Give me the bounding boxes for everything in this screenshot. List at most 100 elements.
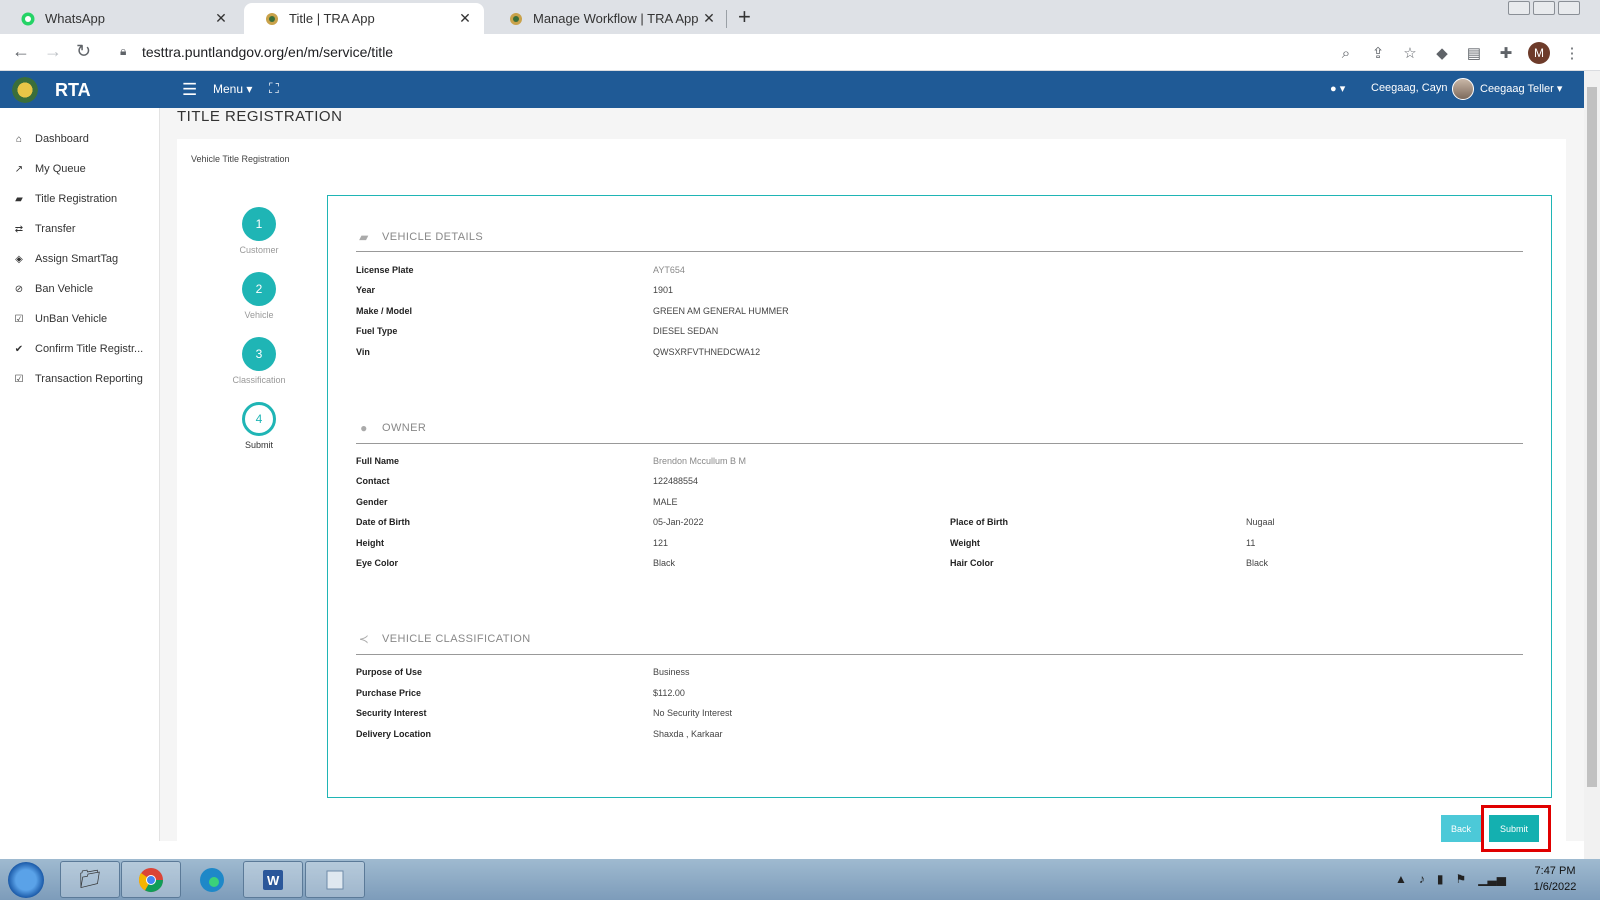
contact-label: Contact bbox=[356, 476, 390, 486]
edge-icon[interactable] bbox=[182, 861, 242, 898]
height-label: Height bbox=[356, 538, 384, 548]
role-dropdown[interactable]: Ceegaag Teller ▾ bbox=[1480, 82, 1562, 95]
delivery-location-label: Delivery Location bbox=[356, 729, 432, 739]
svg-text:W: W bbox=[267, 873, 280, 888]
profile-avatar[interactable]: M bbox=[1528, 42, 1550, 64]
sidebar-item-label: Transfer bbox=[35, 223, 76, 235]
scroll-thumb[interactable] bbox=[1587, 87, 1597, 787]
sidebar-item-label: Ban Vehicle bbox=[35, 283, 94, 295]
close-icon[interactable]: ✕ bbox=[456, 10, 474, 27]
tab-whatsapp[interactable]: WhatsApp ✕ bbox=[0, 3, 240, 34]
sidebar-item-unban-vehicle[interactable]: ☑ UnBan Vehicle bbox=[12, 310, 108, 328]
kebab-menu-icon[interactable]: ⋮ bbox=[1562, 43, 1582, 63]
whatsapp-icon bbox=[20, 11, 36, 27]
action-center-icon[interactable]: ⚑ bbox=[1456, 872, 1467, 886]
menu-label: Menu bbox=[213, 82, 244, 96]
hair-color-label: Hair Color bbox=[950, 558, 994, 568]
address-bar: ← → ↻ 🔒︎ testtra.puntlandgov.org/en/m/se… bbox=[0, 34, 1600, 71]
fullscreen-icon[interactable]: ⛶ bbox=[269, 80, 279, 97]
sidebar-item-ban-vehicle[interactable]: ⊘ Ban Vehicle bbox=[12, 280, 93, 298]
gender-label: Gender bbox=[356, 497, 388, 507]
url-field[interactable]: testtra.puntlandgov.org/en/m/service/tit… bbox=[142, 44, 393, 60]
taskbar-clock[interactable]: 7:47 PM 1/6/2022 bbox=[1520, 863, 1590, 895]
back-button[interactable]: Back bbox=[1441, 815, 1481, 842]
new-tab-icon[interactable]: + bbox=[738, 6, 751, 28]
section-title: OWNER bbox=[382, 422, 427, 434]
gender-value: MALE bbox=[653, 497, 678, 507]
step-3-circle[interactable]: 3 bbox=[242, 337, 276, 371]
puzzle-icon[interactable]: ✚ bbox=[1496, 43, 1516, 63]
section-divider bbox=[356, 443, 1523, 444]
close-icon[interactable]: ✕ bbox=[700, 10, 718, 27]
section-divider bbox=[356, 654, 1523, 655]
delivery-location-value: Shaxda , Karkaar bbox=[653, 729, 723, 739]
make-model-value: GREEN AM GENERAL HUMMER bbox=[653, 306, 789, 316]
browser-tab-bar: WhatsApp ✕ Title | TRA App ✕ Manage Work… bbox=[0, 0, 1600, 34]
purchase-price-label: Purchase Price bbox=[356, 688, 422, 698]
star-icon[interactable]: ☆ bbox=[1400, 43, 1420, 63]
user-name[interactable]: Ceegaag, Cayn bbox=[1371, 82, 1447, 94]
notepad-icon[interactable] bbox=[305, 861, 365, 898]
volume-icon[interactable]: ♪ bbox=[1419, 872, 1425, 886]
tab-manage-workflow[interactable]: Manage Workflow | TRA App ✕ bbox=[488, 3, 728, 34]
menu-dropdown[interactable]: Menu ▾ bbox=[213, 82, 252, 96]
section-title: VEHICLE DETAILS bbox=[382, 231, 484, 243]
step-4-circle[interactable]: 4 bbox=[242, 402, 276, 436]
share-icon[interactable]: ⇪ bbox=[1368, 43, 1388, 63]
start-button[interactable] bbox=[8, 862, 44, 898]
role-name: Ceegaag Teller bbox=[1480, 83, 1554, 95]
ban-icon: ⊘ bbox=[14, 283, 24, 295]
vehicle-details-heading: ▰ VEHICLE DETAILS bbox=[356, 229, 483, 245]
sidebar-item-label: Transaction Reporting bbox=[35, 373, 143, 385]
clipboard-icon[interactable]: ▤ bbox=[1464, 43, 1484, 63]
file-explorer-icon[interactable]: 📁︎ bbox=[60, 861, 120, 898]
review-panel bbox=[327, 195, 1552, 798]
contact-value: 122488554 bbox=[653, 476, 699, 486]
word-icon[interactable]: W bbox=[243, 861, 303, 898]
tab-title-tra[interactable]: Title | TRA App ✕ bbox=[244, 3, 484, 34]
chrome-icon[interactable] bbox=[121, 861, 181, 898]
dob-label: Date of Birth bbox=[356, 517, 410, 527]
extension-shield-icon[interactable]: ◆ bbox=[1432, 43, 1452, 63]
hamburger-icon[interactable]: ☰ bbox=[182, 80, 197, 100]
zoom-icon[interactable]: ⌕ bbox=[1336, 43, 1356, 63]
sidebar-item-confirm-title-registration[interactable]: ✔ Confirm Title Registr... bbox=[12, 340, 143, 358]
reload-icon[interactable]: ↻ bbox=[76, 41, 91, 62]
sidebar-item-title-registration[interactable]: ▰ Title Registration bbox=[12, 190, 117, 208]
check-square-icon: ☑ bbox=[14, 373, 24, 385]
show-hidden-icons-icon[interactable]: ▲ bbox=[1395, 872, 1407, 886]
make-model-label: Make / Model bbox=[356, 306, 413, 316]
close-icon[interactable]: ✕ bbox=[212, 10, 230, 27]
page-scrollbar[interactable] bbox=[1584, 71, 1600, 859]
sidebar-item-my-queue[interactable]: ↗ My Queue bbox=[12, 160, 86, 178]
close-window-icon[interactable] bbox=[1558, 1, 1580, 15]
network-icon[interactable]: ▁▃▅ bbox=[1478, 872, 1506, 886]
step-2-circle[interactable]: 2 bbox=[242, 272, 276, 306]
section-title: VEHICLE CLASSIFICATION bbox=[382, 633, 531, 645]
hair-color-value: Black bbox=[1246, 558, 1269, 568]
forward-arrow-icon[interactable]: → bbox=[44, 41, 62, 62]
sidebar-item-dashboard[interactable]: ⌂ Dashboard bbox=[12, 130, 89, 148]
avatar[interactable] bbox=[1452, 78, 1474, 100]
step-1-circle[interactable]: 1 bbox=[242, 207, 276, 241]
clock-date: 1/6/2022 bbox=[1533, 881, 1577, 893]
minimize-icon[interactable] bbox=[1508, 1, 1530, 15]
user-dropdown[interactable]: ● ▾ bbox=[1330, 82, 1345, 95]
back-arrow-icon[interactable]: ← bbox=[12, 41, 30, 62]
restore-icon[interactable] bbox=[1533, 1, 1555, 15]
pob-value: Nugaal bbox=[1246, 517, 1275, 527]
purpose-value: Business bbox=[653, 667, 690, 677]
system-tray: ▲ ♪ ▮ ⚑ ▁▃▅ bbox=[1395, 872, 1506, 886]
tags-icon: ◈ bbox=[15, 253, 23, 265]
step-4-label: Submit bbox=[244, 440, 273, 450]
tab-separator bbox=[726, 10, 727, 28]
sidebar-item-label: Dashboard bbox=[35, 133, 89, 145]
tab-title: Title | TRA App bbox=[289, 11, 375, 26]
sidebar-item-transfer[interactable]: ⇄ Transfer bbox=[12, 220, 76, 238]
user-icon: ● bbox=[360, 421, 368, 435]
security-interest-value: No Security Interest bbox=[653, 708, 733, 718]
battery-icon[interactable]: ▮ bbox=[1437, 872, 1444, 886]
car-icon: ▰ bbox=[359, 230, 369, 244]
sidebar-item-transaction-reporting[interactable]: ☑ Transaction Reporting bbox=[12, 370, 143, 388]
sidebar-item-assign-smarttag[interactable]: ◈ Assign SmartTag bbox=[12, 250, 118, 268]
